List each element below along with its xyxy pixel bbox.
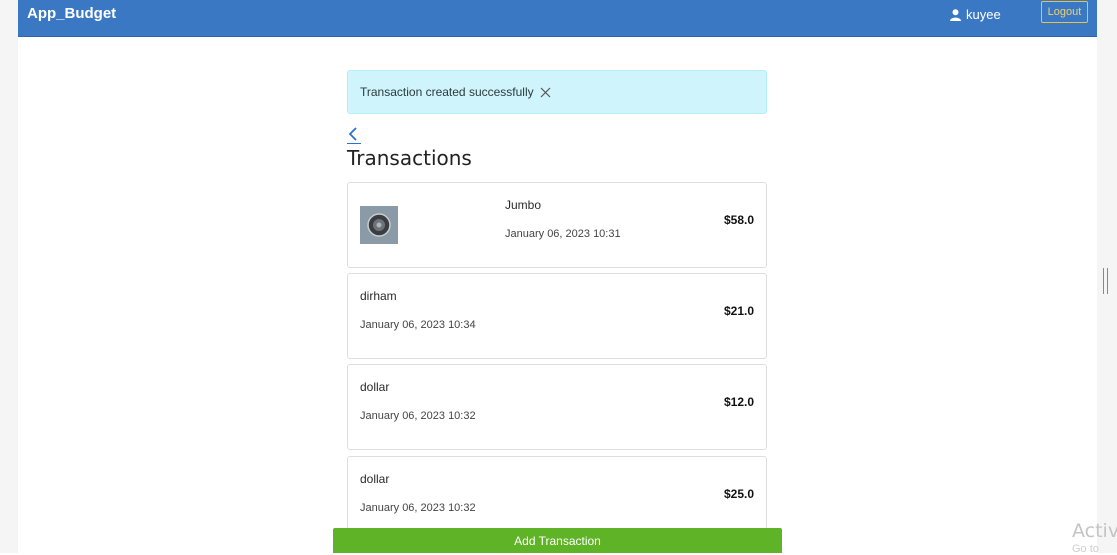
app-brand[interactable]: App_Budget xyxy=(27,5,116,22)
transaction-amount: $58.0 xyxy=(723,213,754,227)
add-transaction-button[interactable]: Add Transaction xyxy=(333,528,782,553)
activation-watermark-sub: Go to xyxy=(1072,543,1099,555)
success-alert: Transaction created successfully xyxy=(347,70,767,114)
transaction-name: dollar xyxy=(360,472,390,486)
transaction-date: January 06, 2023 10:34 xyxy=(360,319,476,331)
page-title: Transactions xyxy=(347,146,472,170)
logout-button[interactable]: Logout xyxy=(1041,1,1088,23)
alert-message: Transaction created successfully xyxy=(360,85,534,99)
window-left-margin xyxy=(0,0,18,553)
close-icon[interactable] xyxy=(540,87,551,98)
transaction-date: January 06, 2023 10:32 xyxy=(360,410,476,422)
transaction-date: January 06, 2023 10:32 xyxy=(360,502,476,514)
transaction-amount: $25.0 xyxy=(723,487,754,501)
coin-thumbnail xyxy=(360,206,398,244)
navbar: App_Budget kuyee Logout xyxy=(18,0,1097,37)
transaction-name: dirham xyxy=(360,289,397,303)
username: kuyee xyxy=(966,7,1001,22)
chevron-left-icon xyxy=(348,127,357,141)
transaction-date: January 06, 2023 10:31 xyxy=(505,228,621,240)
user-menu[interactable]: kuyee xyxy=(950,7,1001,22)
back-link[interactable] xyxy=(347,126,361,144)
transaction-card[interactable]: Jumbo January 06, 2023 10:31 $58.0 xyxy=(347,182,767,268)
transaction-card[interactable]: dollar January 06, 2023 10:32 $12.0 xyxy=(347,364,767,450)
activation-watermark: Activ xyxy=(1072,520,1117,542)
user-icon xyxy=(950,8,961,21)
transaction-name: dollar xyxy=(360,380,390,394)
transaction-name: Jumbo xyxy=(505,198,542,212)
transaction-card[interactable]: dirham January 06, 2023 10:34 $21.0 xyxy=(347,273,767,359)
scrollbar-grip[interactable] xyxy=(1103,268,1108,294)
transaction-amount: $21.0 xyxy=(723,304,754,318)
transaction-amount: $12.0 xyxy=(723,395,754,409)
